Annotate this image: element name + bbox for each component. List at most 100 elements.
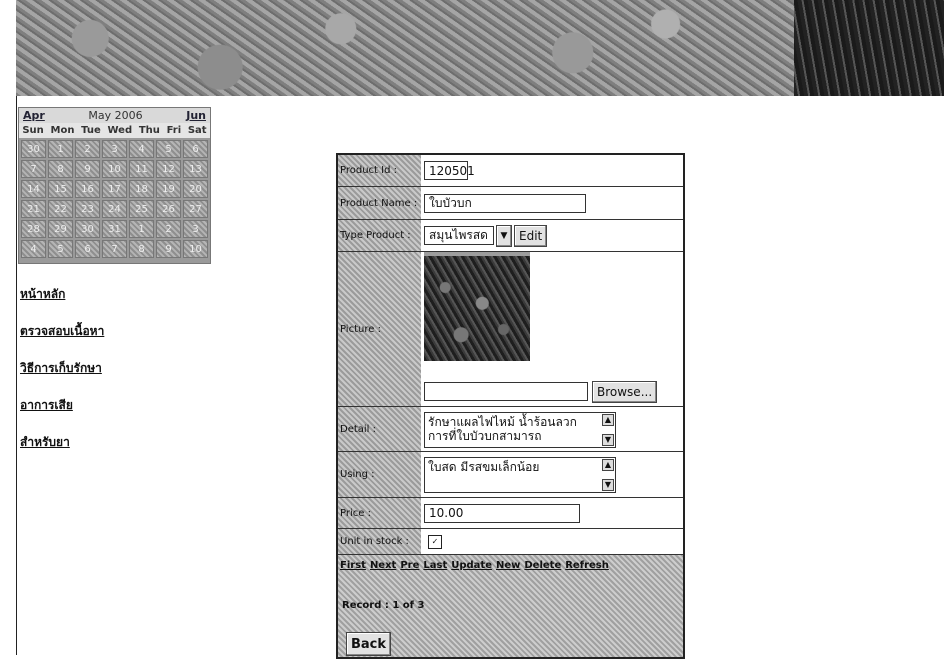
calendar-day[interactable]: 26 xyxy=(156,200,181,218)
calendar-day[interactable]: 28 xyxy=(21,220,46,238)
pre-link[interactable]: Pre xyxy=(400,560,419,571)
row-detail: Detail : รักษาแผลไฟไหม้ น้ำร้อนลวก การที… xyxy=(338,407,683,452)
product-name-field[interactable]: ใบบัวบก xyxy=(424,193,586,213)
chevron-down-icon[interactable]: ▼ xyxy=(496,224,512,247)
calendar-day[interactable]: 7 xyxy=(102,240,127,258)
side-nav: หน้าหลัก ตรวจสอบเนื้อหา วิธีการเก็บรักษา… xyxy=(20,285,104,470)
price-field[interactable]: 10.00 xyxy=(424,503,580,523)
first-link[interactable]: First xyxy=(340,560,366,571)
nav-link-check[interactable]: ตรวจสอบเนื้อหา xyxy=(20,322,104,341)
next-link[interactable]: Next xyxy=(370,560,396,571)
calendar-day[interactable]: 17 xyxy=(102,180,127,198)
picture-path-input[interactable] xyxy=(424,382,588,401)
detail-scrollbar[interactable]: ▲ ▼ xyxy=(602,414,614,446)
calendar-day[interactable]: 8 xyxy=(129,240,154,258)
calendar-day[interactable]: 5 xyxy=(156,140,181,158)
calendar-day[interactable]: 22 xyxy=(48,200,73,218)
record-counter: Record : 1 of 3 xyxy=(342,600,425,611)
calendar-day[interactable]: 30 xyxy=(21,140,46,158)
edit-button[interactable]: Edit xyxy=(514,224,548,247)
calendar-day[interactable]: 11 xyxy=(129,160,154,178)
calendar-day[interactable]: 5 xyxy=(48,240,73,258)
calendar-day[interactable]: 1 xyxy=(48,140,73,158)
calendar-next-month[interactable]: Jun xyxy=(186,109,206,122)
weekday: Tue xyxy=(81,125,101,136)
calendar-day[interactable]: 9 xyxy=(156,240,181,258)
detail-textarea[interactable]: รักษาแผลไฟไหม้ น้ำร้อนลวก การที่ใบบัวบกส… xyxy=(424,412,616,448)
row-price: Price : 10.00 xyxy=(338,498,683,529)
calendar-day[interactable]: 6 xyxy=(75,240,100,258)
calendar-day[interactable]: 31 xyxy=(102,220,127,238)
weekday: Wed xyxy=(107,125,133,136)
calendar-prev-month[interactable]: Apr xyxy=(23,109,45,122)
detail-text: รักษาแผลไฟไหม้ น้ำร้อนลวก การที่ใบบัวบกส… xyxy=(428,415,577,443)
calendar-header: Apr May 2006 Jun xyxy=(19,108,210,123)
calendar-day[interactable]: 23 xyxy=(75,200,100,218)
delete-link[interactable]: Delete xyxy=(524,560,561,571)
calendar-day[interactable]: 25 xyxy=(129,200,154,218)
using-scrollbar[interactable]: ▲ ▼ xyxy=(602,459,614,491)
weekday: Mon xyxy=(50,125,75,136)
back-button[interactable]: Back xyxy=(346,632,392,656)
calendar-day[interactable]: 6 xyxy=(183,140,208,158)
type-product-label: Type Product : xyxy=(338,220,421,251)
calendar-day[interactable]: 13 xyxy=(183,160,208,178)
calendar-weekdays: Sun Mon Tue Wed Thu Fri Sat xyxy=(19,123,210,138)
calendar-title: May 2006 xyxy=(88,109,143,122)
calendar-day[interactable]: 18 xyxy=(129,180,154,198)
calendar-day[interactable]: 19 xyxy=(156,180,181,198)
product-id-label: Product Id : xyxy=(338,155,421,186)
calendar-day[interactable]: 21 xyxy=(21,200,46,218)
scroll-down-icon[interactable]: ▼ xyxy=(602,434,614,446)
calendar-day[interactable]: 4 xyxy=(21,240,46,258)
calendar-day[interactable]: 4 xyxy=(129,140,154,158)
calendar-day[interactable]: 24 xyxy=(102,200,127,218)
refresh-link[interactable]: Refresh xyxy=(565,560,609,571)
calendar-day[interactable]: 8 xyxy=(48,160,73,178)
calendar-day[interactable]: 1 xyxy=(129,220,154,238)
stock-label: Unit in stock : xyxy=(338,529,421,554)
row-using: Using : ใบสด มีรสขมเล็กน้อย ▲ ▼ xyxy=(338,452,683,498)
picture-label: Picture : xyxy=(338,252,421,406)
calendar-day[interactable]: 14 xyxy=(21,180,46,198)
calendar-day[interactable]: 15 xyxy=(48,180,73,198)
calendar-day[interactable]: 10 xyxy=(102,160,127,178)
product-id-field[interactable]: 120501 xyxy=(424,161,475,180)
scroll-up-icon[interactable]: ▲ xyxy=(602,414,614,426)
calendar-day[interactable]: 27 xyxy=(183,200,208,218)
calendar-days: 30 1 2 3 4 5 6 7 8 9 10 11 12 13 14 15 16 17 18 19 20 21 22 23 2… xyxy=(19,138,210,260)
nav-link-home[interactable]: หน้าหลัก xyxy=(20,285,104,304)
calendar-day[interactable]: 12 xyxy=(156,160,181,178)
row-product-name: Product Name : ใบบัวบก xyxy=(338,187,683,220)
calendar-day[interactable]: 3 xyxy=(183,220,208,238)
calendar-day[interactable]: 20 xyxy=(183,180,208,198)
update-link[interactable]: Update xyxy=(451,560,492,571)
using-textarea[interactable]: ใบสด มีรสขมเล็กน้อย ▲ ▼ xyxy=(424,457,616,493)
nav-link-storage[interactable]: วิธีการเก็บรักษา xyxy=(20,359,104,378)
type-product-select[interactable]: สมุนไพรสด xyxy=(424,226,494,245)
calendar-day[interactable]: 30 xyxy=(75,220,100,238)
calendar-day[interactable]: 10 xyxy=(183,240,208,258)
calendar-day[interactable]: 2 xyxy=(156,220,181,238)
last-link[interactable]: Last xyxy=(423,560,447,571)
calendar-day[interactable]: 29 xyxy=(48,220,73,238)
calendar-day[interactable]: 2 xyxy=(75,140,100,158)
browse-button[interactable]: Browse... xyxy=(592,381,658,403)
nav-link-medicine[interactable]: สำหรับยา xyxy=(20,433,104,452)
record-navigation: First Next Pre Last Update New Delete Re… xyxy=(338,555,683,657)
detail-label: Detail : xyxy=(338,407,421,451)
weekday: Thu xyxy=(138,125,160,136)
new-link[interactable]: New xyxy=(496,560,520,571)
calendar-day[interactable]: 7 xyxy=(21,160,46,178)
weekday: Fri xyxy=(166,125,182,136)
price-label: Price : xyxy=(338,498,421,528)
calendar-day[interactable]: 9 xyxy=(75,160,100,178)
stock-checkbox[interactable]: ✓ xyxy=(428,534,442,549)
product-picture xyxy=(424,256,530,361)
nav-link-symptoms[interactable]: อาการเสีย xyxy=(20,396,104,415)
calendar-day[interactable]: 3 xyxy=(102,140,127,158)
scroll-down-icon[interactable]: ▼ xyxy=(602,479,614,491)
calendar-day[interactable]: 16 xyxy=(75,180,100,198)
banner-photo-right xyxy=(794,0,944,96)
scroll-up-icon[interactable]: ▲ xyxy=(602,459,614,471)
